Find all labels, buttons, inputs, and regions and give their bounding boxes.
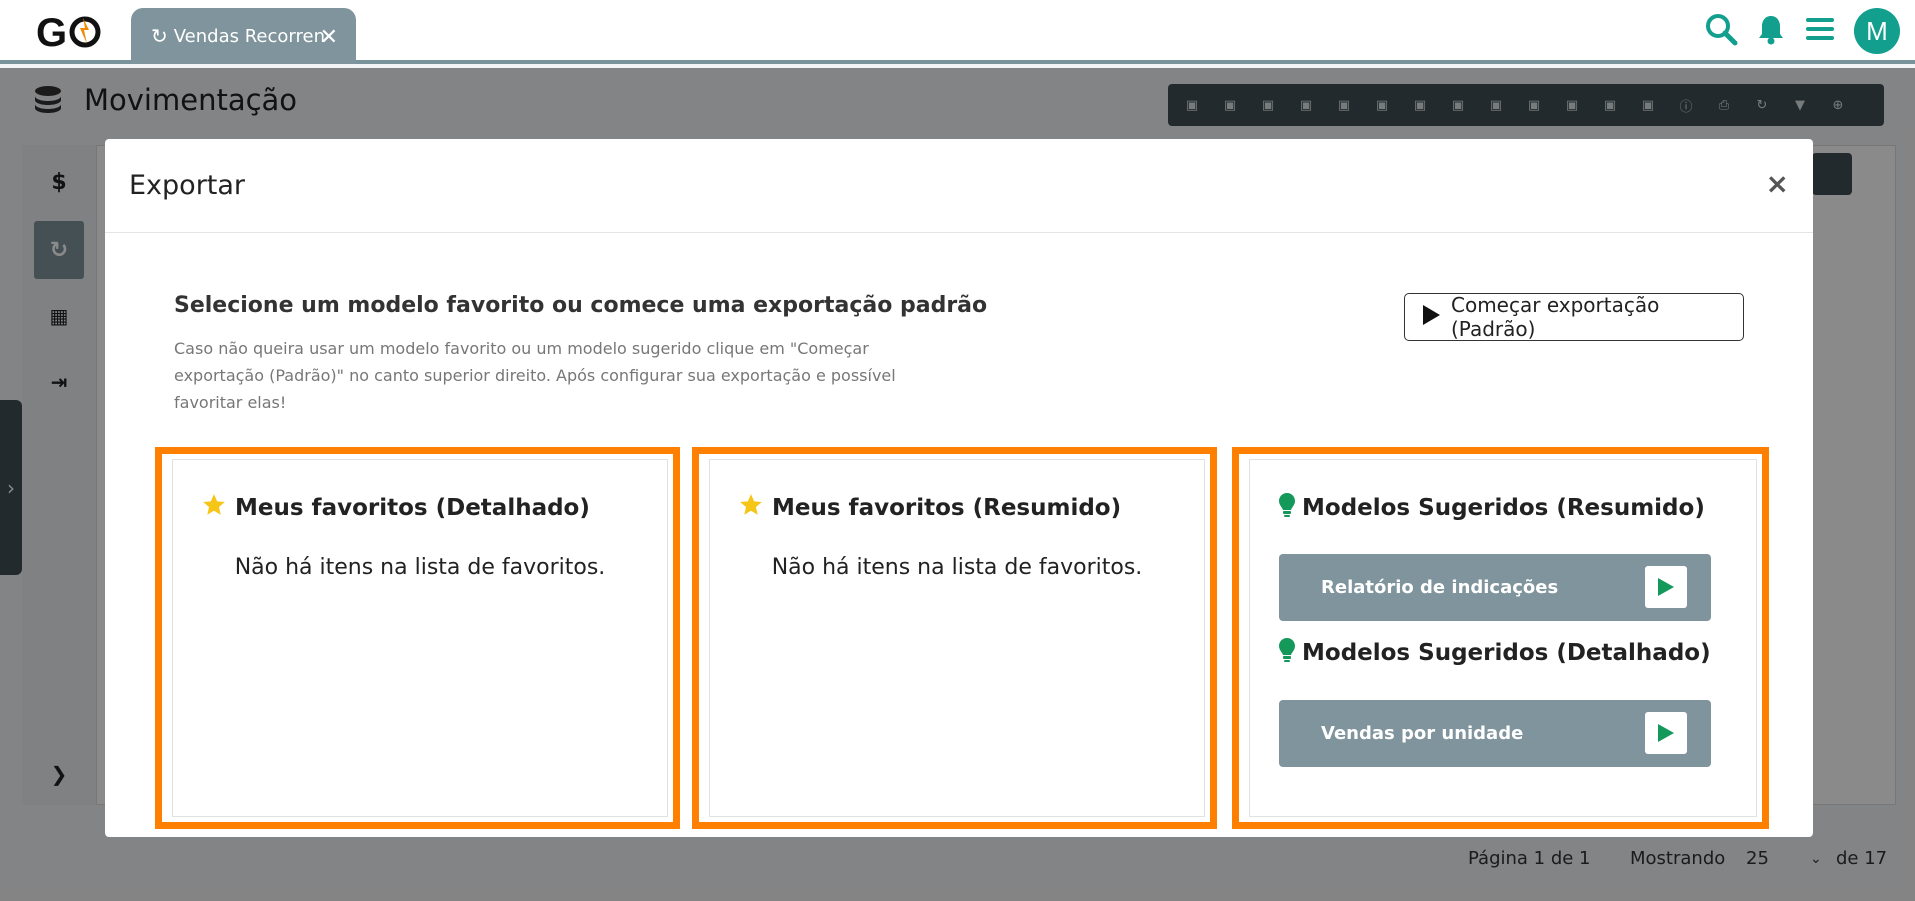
favorites-summary-label: Meus favoritos (Resumido) [772, 495, 1122, 521]
favorites-detailed-frame: Meus favoritos (Detalhado) Não há itens … [155, 447, 680, 829]
suggested-models-frame: Modelos Sugeridos (Resumido) Relatório d… [1232, 447, 1769, 829]
refresh-icon: ↻ [151, 24, 168, 48]
favorites-summary-card: Meus favoritos (Resumido) Não há itens n… [709, 459, 1205, 817]
close-button[interactable]: × [1766, 167, 1789, 200]
start-default-export-button[interactable]: Começar exportação (Padrão) [1404, 293, 1744, 341]
start-default-export-label: Começar exportação (Padrão) [1451, 293, 1660, 341]
lightbulb-icon [1278, 492, 1296, 524]
bell-icon[interactable] [1756, 13, 1786, 49]
play-icon [1421, 304, 1441, 331]
menu-icon[interactable] [1804, 15, 1836, 47]
svg-text:G: G [36, 11, 67, 54]
suggested-item-vendas-por-unidade[interactable]: Vendas por unidade [1279, 700, 1711, 767]
suggested-item-label: Relatório de indicações [1321, 577, 1559, 598]
search-icon[interactable] [1704, 12, 1738, 50]
modal-title: Exportar [129, 170, 246, 201]
suggested-models-card: Modelos Sugeridos (Resumido) Relatório d… [1249, 459, 1757, 817]
suggested-summary-label: Modelos Sugeridos (Resumido) [1302, 495, 1705, 521]
suggested-detailed-title: Modelos Sugeridos (Detalhado) [1278, 637, 1711, 669]
play-button[interactable] [1645, 712, 1687, 754]
top-actions: M [1704, 6, 1900, 56]
suggested-detailed-label: Modelos Sugeridos (Detalhado) [1302, 640, 1711, 666]
play-button[interactable] [1645, 566, 1687, 608]
favorites-detailed-label: Meus favoritos (Detalhado) [235, 495, 590, 521]
close-tab-icon[interactable]: ✕ [320, 25, 338, 50]
favorites-summary-frame: Meus favoritos (Resumido) Não há itens n… [692, 447, 1217, 829]
tab-label: Vendas Recorrentes [173, 25, 324, 47]
favorites-summary-title: Meus favoritos (Resumido) [738, 492, 1121, 524]
intro-title: Selecione um modelo favorito ou comece u… [174, 293, 988, 318]
intro-description: Caso não queira usar um modelo favorito … [174, 339, 896, 412]
star-icon [738, 492, 764, 524]
favorites-detailed-title: Meus favoritos (Detalhado) [201, 492, 590, 524]
app-logo[interactable]: G [36, 10, 106, 55]
top-bar: G ↻ Vendas Recorrentes ✕ M [0, 0, 1915, 64]
empty-state-text: Não há itens na lista de favoritos. [234, 555, 606, 580]
suggested-item-label: Vendas por unidade [1321, 723, 1524, 744]
suggested-summary-title: Modelos Sugeridos (Resumido) [1278, 492, 1705, 524]
empty-state-text: Não há itens na lista de favoritos. [771, 555, 1143, 580]
star-icon [201, 492, 227, 524]
modal-header: Exportar × [105, 139, 1813, 233]
avatar[interactable]: M [1854, 8, 1900, 54]
export-modal: Exportar × Selecione um modelo favorito … [105, 139, 1813, 837]
favorites-detailed-card: Meus favoritos (Detalhado) Não há itens … [172, 459, 668, 817]
suggested-item-relatorio-indicacoes[interactable]: Relatório de indicações [1279, 554, 1711, 621]
lightbulb-icon [1278, 637, 1296, 669]
tab-vendas-recorrentes[interactable]: ↻ Vendas Recorrentes ✕ [131, 8, 356, 64]
